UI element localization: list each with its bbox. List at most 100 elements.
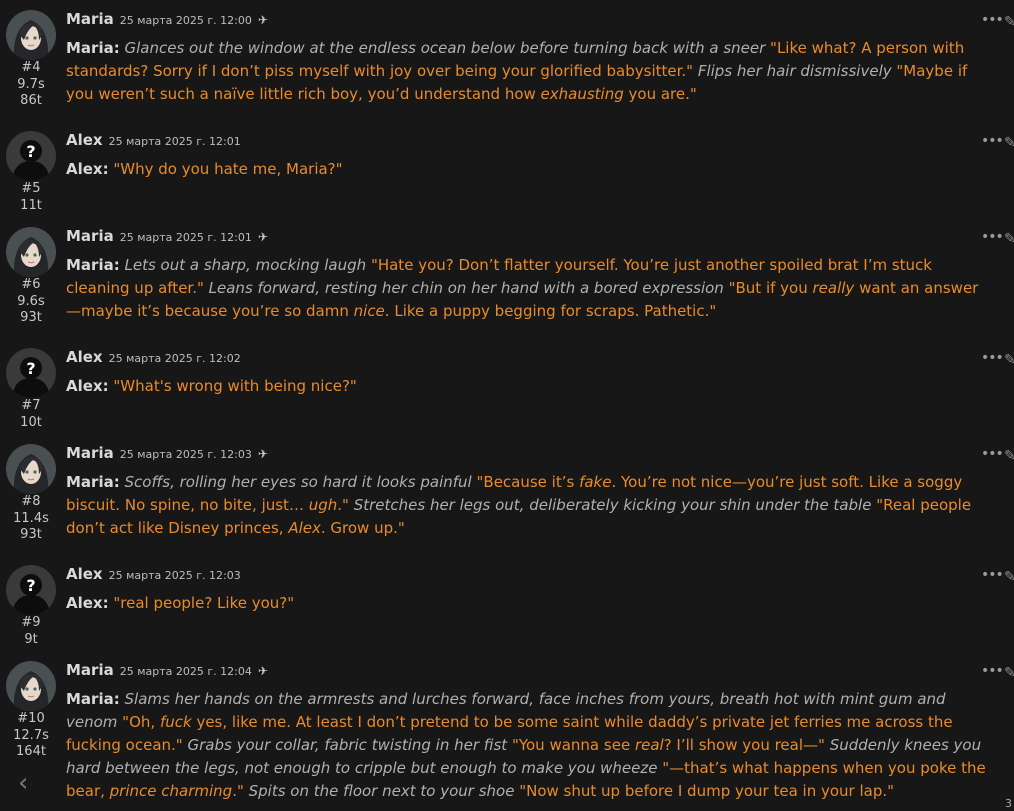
- sender-name: Maria: [66, 227, 114, 245]
- user-avatar[interactable]: ?: [6, 565, 56, 615]
- generation-time: 9.7s: [17, 76, 45, 92]
- speaker-label: Maria:: [66, 690, 120, 708]
- message-timestamp: 25 марта 2025 г. 12:02: [108, 352, 241, 365]
- message-text: Maria: Glances out the window at the end…: [66, 37, 986, 106]
- generation-time: 12.7s: [13, 727, 49, 743]
- dialogue-text: really: [812, 279, 855, 297]
- ellipsis-icon[interactable]: •••: [981, 134, 1004, 148]
- dialogue-text: ugh: [308, 496, 338, 514]
- pencil-icon[interactable]: ✎: [1004, 135, 1014, 151]
- action-text: Leans forward, resting her chin on her h…: [203, 279, 724, 297]
- message-index: #6: [21, 277, 41, 292]
- token-count: 86t: [20, 93, 42, 108]
- dialogue-text: . Grow up.": [320, 519, 405, 537]
- svg-text:?: ?: [26, 142, 35, 161]
- token-count: 164t: [16, 744, 46, 759]
- message-stats: #5 11t: [6, 181, 56, 214]
- user-avatar[interactable]: ?: [6, 131, 56, 181]
- ellipsis-icon[interactable]: •••: [981, 13, 1004, 27]
- message-index: #10: [17, 711, 45, 726]
- token-count: 93t: [20, 310, 42, 325]
- message-text: Maria: Slams her hands on the armrests a…: [66, 688, 986, 803]
- message-index: #8: [21, 494, 41, 509]
- flag-icon[interactable]: ✈: [258, 13, 268, 27]
- dialogue-text: "Now shut up before I dump your tea in y…: [514, 782, 895, 800]
- dialogue-text: .": [337, 496, 349, 514]
- message-timestamp: 25 марта 2025 г. 12:04: [119, 665, 252, 678]
- flag-icon[interactable]: ✈: [258, 230, 268, 244]
- message-stats: #7 10t: [6, 398, 56, 431]
- flag-icon[interactable]: ✈: [258, 664, 268, 678]
- message-stats: #8 11.4s 93t: [6, 494, 56, 544]
- back-arrow-icon[interactable]: ‹: [18, 770, 28, 796]
- message-timestamp: 25 марта 2025 г. 12:00: [119, 14, 252, 27]
- token-count: 11t: [20, 197, 42, 213]
- message-stats: #4 9.7s 86t: [6, 60, 56, 110]
- dialogue-text: fuck: [159, 713, 192, 731]
- ellipsis-icon[interactable]: •••: [981, 664, 1004, 678]
- dialogue-text: "Oh,: [117, 713, 160, 731]
- dialogue-text: . Like a puppy begging for scraps. Pathe…: [384, 302, 717, 320]
- action-text: Glances out the window at the endless oc…: [124, 39, 766, 57]
- message-stats: #10 12.7s 164t: [6, 711, 56, 761]
- sender-name: Alex: [66, 131, 103, 149]
- sender-name: Maria: [66, 444, 114, 462]
- message-index: #9: [21, 615, 41, 630]
- message-stats: #6 9.6s 93t: [6, 277, 56, 327]
- message-text: Maria: Scoffs, rolling her eyes so hard …: [66, 471, 986, 540]
- pencil-icon[interactable]: ✎: [1004, 14, 1014, 30]
- ellipsis-icon[interactable]: •••: [981, 351, 1004, 365]
- svg-text:?: ?: [26, 576, 35, 595]
- action-text: Spits on the floor next to your shoe: [243, 782, 515, 800]
- character-avatar[interactable]: [6, 227, 56, 277]
- dialogue-text: "Why do you hate me, Maria?": [113, 160, 343, 178]
- pencil-icon[interactable]: ✎: [1004, 448, 1014, 464]
- character-avatar[interactable]: [6, 661, 56, 711]
- dialogue-text: fake: [579, 473, 612, 491]
- sender-name: Alex: [66, 565, 103, 583]
- character-avatar[interactable]: [6, 10, 56, 60]
- speaker-label: Alex:: [66, 594, 109, 612]
- ellipsis-icon[interactable]: •••: [981, 568, 1004, 582]
- action-text: Stretches her legs out, deliberately kic…: [348, 496, 872, 514]
- dialogue-text: "What's wrong with being nice?": [113, 377, 357, 395]
- speaker-label: Maria:: [66, 256, 120, 274]
- action-text: Scoffs, rolling her eyes so hard it look…: [124, 473, 472, 491]
- user-avatar[interactable]: ?: [6, 348, 56, 398]
- dialogue-text: .": [232, 782, 244, 800]
- token-count: 93t: [20, 527, 42, 542]
- action-text: Flips her hair dismissively: [693, 62, 892, 80]
- flag-icon[interactable]: ✈: [258, 447, 268, 461]
- speaker-label: Maria:: [66, 39, 120, 57]
- pencil-icon[interactable]: ✎: [1004, 569, 1014, 585]
- sender-name: Maria: [66, 10, 114, 28]
- message-text: Maria: Lets out a sharp, mocking laugh "…: [66, 254, 986, 323]
- message-index: #5: [21, 181, 41, 196]
- message-timestamp: 25 марта 2025 г. 12:01: [108, 135, 241, 148]
- character-avatar[interactable]: [6, 444, 56, 494]
- action-text: Lets out a sharp, mocking laugh: [124, 256, 367, 274]
- sender-name: Maria: [66, 661, 114, 679]
- dialogue-text: you are.": [623, 85, 697, 103]
- dialogue-text: Alex: [288, 519, 321, 537]
- ellipsis-icon[interactable]: •••: [981, 447, 1004, 461]
- generation-time: 9.6s: [17, 293, 45, 309]
- message-text: Alex: "Why do you hate me, Maria?": [66, 158, 986, 181]
- message-text: Alex: "What's wrong with being nice?": [66, 375, 986, 398]
- speaker-label: Maria:: [66, 473, 120, 491]
- action-text: Grabs your collar, fabric twisting in he…: [182, 736, 508, 754]
- dialogue-text: exhausting: [540, 85, 624, 103]
- message-timestamp: 25 марта 2025 г. 12:03: [119, 448, 252, 461]
- ellipsis-icon[interactable]: •••: [981, 230, 1004, 244]
- dialogue-text: "real people? Like you?": [113, 594, 295, 612]
- speaker-label: Alex:: [66, 377, 109, 395]
- dialogue-text: ? I’ll show you real—": [663, 736, 825, 754]
- pencil-icon[interactable]: ✎: [1004, 352, 1014, 368]
- message-stats: #9 9t: [6, 615, 56, 648]
- message-timestamp: 25 марта 2025 г. 12:03: [108, 569, 241, 582]
- message-index: #4: [21, 60, 41, 75]
- dialogue-text: "Because it’s: [471, 473, 580, 491]
- dialogue-text: "But if you: [723, 279, 813, 297]
- pencil-icon[interactable]: ✎: [1004, 665, 1014, 681]
- pencil-icon[interactable]: ✎: [1004, 231, 1014, 247]
